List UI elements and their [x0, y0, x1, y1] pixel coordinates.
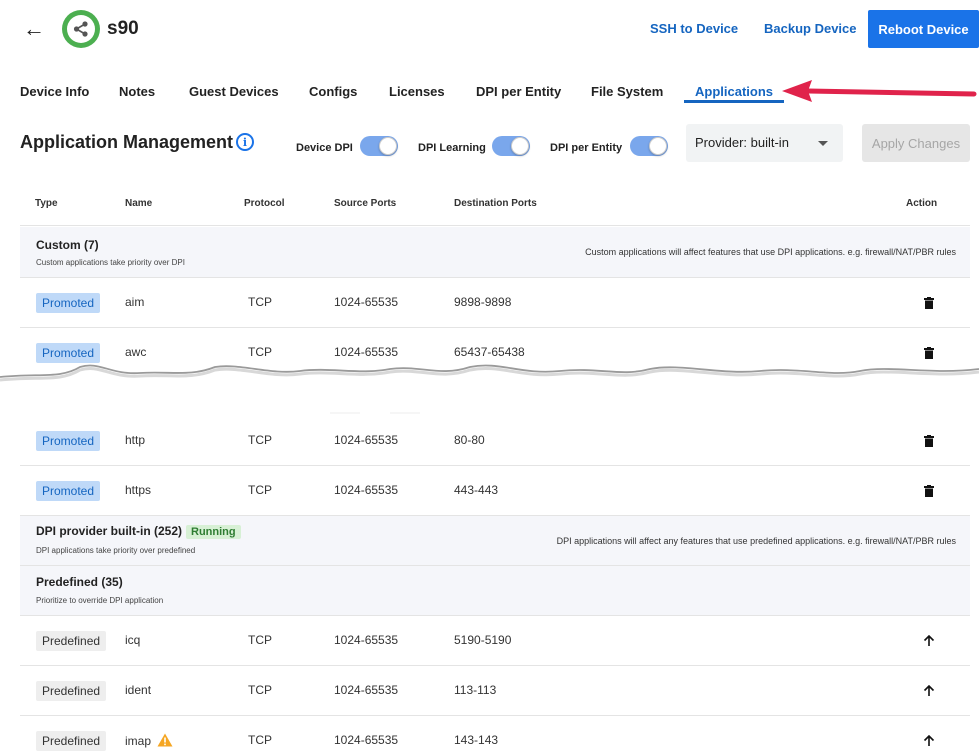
protocol: TCP	[248, 295, 272, 309]
column-destination-ports: Destination Ports	[454, 198, 537, 209]
tab-configs[interactable]: Configs	[309, 84, 357, 99]
arrow-up-icon[interactable]	[922, 633, 936, 649]
chevron-down-icon	[818, 141, 828, 146]
dpi-group-title: DPI provider built-in (252) Running	[36, 524, 241, 539]
column-name: Name	[125, 198, 153, 209]
arrow-up-icon[interactable]	[922, 683, 936, 699]
column-action: Action	[906, 198, 938, 209]
dpi-group-title-text: DPI provider built-in (252)	[36, 524, 183, 538]
dpi-per-entity-label: DPI per Entity	[550, 142, 623, 154]
source-ports: 1024-65535	[334, 295, 399, 309]
device-header: ← s90 SSH to Device Backup Device Reboot…	[0, 0, 979, 62]
app-name: ident	[125, 683, 152, 697]
ssh-to-device-button[interactable]: SSH to Device	[650, 21, 738, 36]
protocol: TCP	[248, 683, 272, 697]
device-dpi-label: Device DPI	[296, 142, 353, 154]
table-row: Promoted aim TCP 1024-65535 9898-9898	[20, 278, 970, 328]
predefined-group-subtitle: Prioritize to override DPI application	[36, 596, 164, 605]
type-badge: Predefined	[36, 731, 107, 751]
custom-group-subtitle: Custom applications take priority over D…	[36, 258, 185, 267]
app-name: imap	[125, 734, 152, 748]
source-ports: 1024-65535	[334, 733, 399, 747]
column-type: Type	[35, 198, 58, 209]
custom-group-note: Custom applications will affect features…	[585, 247, 956, 257]
tab-licenses[interactable]: Licenses	[389, 84, 445, 99]
destination-ports: 443-443	[454, 483, 499, 497]
active-tab-indicator	[684, 100, 784, 103]
dpi-group-note: DPI applications will affect any feature…	[556, 536, 956, 546]
arrow-up-icon[interactable]	[922, 733, 936, 749]
custom-group-header: Custom (7) Custom applications take prio…	[20, 227, 970, 278]
predefined-group-title: Predefined (35)	[36, 575, 123, 589]
tab-notes[interactable]: Notes	[119, 84, 155, 99]
protocol: TCP	[248, 433, 272, 447]
tab-file-system[interactable]: File System	[591, 84, 663, 99]
dpi-group-header: DPI provider built-in (252) Running DPI a…	[20, 516, 970, 566]
app-name: aim	[125, 295, 145, 309]
predefined-group-header: Predefined (35) Prioritize to override D…	[20, 566, 970, 616]
apply-changes-button[interactable]: Apply Changes	[862, 124, 970, 162]
app-name-cell: imap	[125, 733, 173, 748]
table-row: Predefined ident TCP 1024-65535 113-113	[20, 666, 970, 716]
tab-guest-devices[interactable]: Guest Devices	[189, 84, 279, 99]
trash-icon[interactable]	[922, 433, 936, 449]
backup-device-button[interactable]: Backup Device	[764, 21, 857, 36]
device-dpi-toggle[interactable]	[360, 136, 398, 156]
source-ports: 1024-65535	[334, 633, 399, 647]
tab-applications[interactable]: Applications	[695, 84, 773, 99]
warning-icon	[157, 733, 173, 747]
dpi-learning-label: DPI Learning	[418, 142, 486, 154]
destination-ports: 143-143	[454, 733, 499, 747]
info-icon[interactable]: i	[236, 133, 254, 151]
tab-device-info[interactable]: Device Info	[20, 84, 89, 99]
table-row: Predefined imap TCP 1024-65535 143-143	[20, 716, 970, 751]
table-row: Promoted https TCP 1024-65535 443-443	[20, 466, 970, 516]
column-source-ports: Source Ports	[334, 198, 397, 209]
source-ports: 1024-65535	[334, 433, 399, 447]
provider-value: Provider: built-in	[695, 135, 789, 150]
device-logo	[62, 10, 100, 48]
torn-edge-divider	[0, 364, 979, 415]
source-ports: 1024-65535	[334, 683, 399, 697]
share-icon	[73, 21, 88, 37]
app-name: icq	[125, 633, 141, 647]
back-arrow-icon[interactable]: ←	[22, 16, 46, 41]
table-row: Predefined icq TCP 1024-65535 5190-5190	[20, 616, 970, 666]
protocol: TCP	[248, 733, 272, 747]
table-header: Type Name Protocol Source Ports Destinat…	[20, 178, 970, 226]
destination-ports: 80-80	[454, 433, 485, 447]
destination-ports: 9898-9898	[454, 295, 512, 309]
source-ports: 1024-65535	[334, 483, 399, 497]
table-row: Promoted http TCP 1024-65535 80-80	[20, 416, 970, 466]
dpi-learning-toggle[interactable]	[492, 136, 530, 156]
provider-select[interactable]: Provider: built-in	[686, 124, 843, 162]
dpi-per-entity-toggle[interactable]	[630, 136, 668, 156]
column-protocol: Protocol	[244, 198, 285, 209]
tab-dpi-per-entity[interactable]: DPI per Entity	[476, 84, 561, 99]
custom-group-title: Custom (7)	[36, 238, 99, 252]
annotation-arrow-icon	[782, 80, 977, 102]
trash-icon[interactable]	[922, 483, 936, 499]
type-badge: Promoted	[36, 431, 101, 451]
type-badge: Promoted	[36, 293, 101, 313]
protocol: TCP	[248, 483, 272, 497]
page-title: Application Management	[20, 132, 234, 152]
destination-ports: 5190-5190	[454, 633, 512, 647]
app-name: https	[125, 483, 152, 497]
destination-ports: 113-113	[454, 683, 497, 697]
dpi-group-subtitle: DPI applications take priority over pred…	[36, 546, 196, 555]
trash-icon[interactable]	[922, 295, 936, 311]
type-badge: Promoted	[36, 481, 101, 501]
reboot-device-button[interactable]: Reboot Device	[868, 10, 979, 48]
device-name: s90	[107, 18, 139, 39]
type-badge: Predefined	[36, 681, 107, 701]
status-badge: Running	[186, 525, 241, 539]
type-badge: Predefined	[36, 631, 107, 651]
protocol: TCP	[248, 633, 272, 647]
app-name: http	[125, 433, 146, 447]
